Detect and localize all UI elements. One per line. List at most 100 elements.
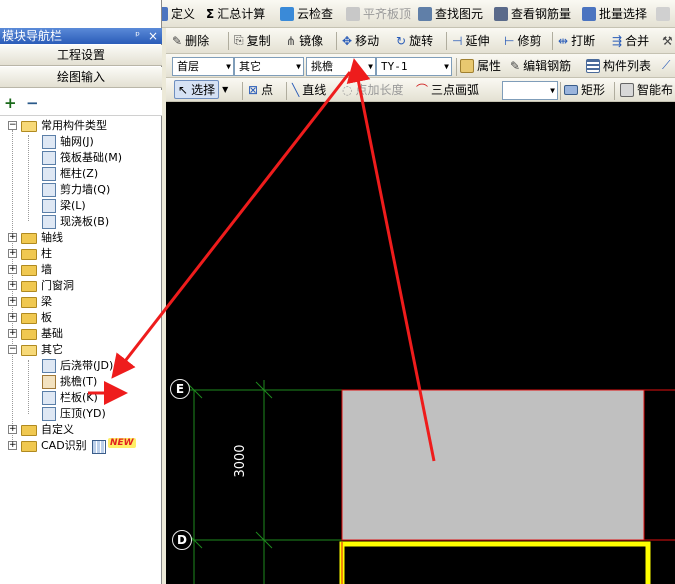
three-point-arc-button[interactable]: ⌒ 三点画弧 [416, 78, 479, 101]
smart-layout-button[interactable]: 智能布 [620, 78, 673, 101]
select-button-face: ↖ 选择 [174, 80, 220, 99]
tree-node-wall[interactable]: + 墙 [8, 262, 158, 278]
chevron-down-icon: ▼ [226, 62, 231, 71]
cad-grid-icon [92, 440, 106, 454]
mirror-icon: ⋔ [286, 33, 297, 48]
extend-button[interactable]: ⊣ 延伸 [452, 28, 489, 53]
tree-node-common-types[interactable]: − 常用构件类型 [8, 118, 158, 134]
category-select[interactable]: 其它 ▼ [234, 57, 304, 76]
component-type-value: 挑檐 [311, 60, 333, 73]
tree-node-label: 墙 [41, 263, 52, 276]
expand-icon[interactable]: + [8, 249, 17, 258]
move-label: 移动 [355, 34, 380, 48]
folder-icon [21, 329, 37, 340]
tree-item-label: 挑檐(T) [60, 375, 98, 388]
tree-node-openings[interactable]: + 门窗洞 [8, 278, 158, 294]
delete-label: 删除 [185, 34, 210, 48]
project-settings-button[interactable]: 工程设置 [0, 45, 162, 66]
tree-connector [28, 360, 29, 414]
arc-mode-select[interactable]: ▼ [502, 81, 558, 100]
more-edit-button[interactable]: ⚒ [662, 28, 673, 53]
expand-icon[interactable]: + [8, 281, 17, 290]
edit-rebar-button[interactable]: ✎ 编辑钢筋 [510, 54, 571, 77]
pick-button[interactable]: ⟋ [662, 54, 670, 77]
properties-button[interactable]: 属性 [460, 54, 501, 77]
floor-select[interactable]: 首层 ▼ [172, 57, 234, 76]
tree-node-slab[interactable]: + 板 [8, 310, 158, 326]
align-slab-top-icon [346, 6, 360, 21]
tree-item-label: 框柱(Z) [60, 167, 99, 180]
expand-icon[interactable]: + [8, 441, 17, 450]
select-button[interactable]: ↖ 选择 ▼ [174, 78, 228, 101]
pin-icon[interactable]: ᵖ [135, 28, 140, 44]
batch-select-icon [582, 6, 596, 21]
toolbar-divider [446, 32, 447, 50]
cursor-icon: ↖ [178, 83, 189, 97]
tree-node-label: 柱 [41, 247, 52, 260]
expand-icon[interactable]: + [8, 425, 17, 434]
tree-connector [28, 135, 29, 221]
toolbar-divider [228, 32, 229, 50]
more-toolbar-button[interactable] [656, 0, 673, 27]
beam-outline[interactable] [339, 541, 651, 584]
shear-wall-icon [42, 183, 56, 197]
merge-button[interactable]: ⇶ 合并 [612, 28, 649, 53]
component-type-select[interactable]: 挑檐 ▼ [306, 57, 376, 76]
break-button[interactable]: ⇹ 打断 [558, 28, 595, 53]
column-icon [42, 167, 56, 181]
eave-element[interactable] [341, 389, 645, 541]
move-button[interactable]: ✥ 移动 [342, 28, 379, 53]
component-list-button[interactable]: 构件列表 [586, 54, 651, 77]
tree-node-beam[interactable]: + 梁 [8, 294, 158, 310]
view-rebar-button[interactable]: 查看钢筋量 [494, 0, 571, 27]
line-button[interactable]: ╲ 直线 [292, 78, 326, 101]
tree-node-column[interactable]: + 柱 [8, 246, 158, 262]
find-element-label: 查找图元 [435, 7, 484, 21]
expand-icon[interactable]: + [8, 313, 17, 322]
list-icon [586, 58, 600, 73]
tree-node-other[interactable]: − 其它 [8, 342, 158, 358]
collapse-icon[interactable]: − [8, 121, 17, 130]
point-button[interactable]: ⊠ 点 [248, 78, 273, 101]
component-selector-bar: 首层 ▼ 其它 ▼ 挑檐 ▼ TY-1 ▼ 属性 ✎ 编辑钢筋 构件列表 ⟋ [166, 54, 675, 78]
delete-icon: ✎ [172, 33, 183, 48]
tree-node-label: 门窗洞 [41, 279, 74, 292]
expand-icon[interactable]: + [8, 329, 17, 338]
break-icon: ⇹ [558, 33, 569, 48]
copy-icon: ⎘ [234, 33, 244, 47]
extend-icon: ⊣ [452, 33, 463, 48]
tree-node-custom[interactable]: + 自定义 [8, 422, 158, 438]
trim-button[interactable]: ⊢ 修剪 [504, 28, 541, 53]
mirror-button[interactable]: ⋔ 镜像 [286, 28, 323, 53]
copy-button[interactable]: ⎘ 复制 [234, 28, 271, 53]
rotate-button[interactable]: ↻ 旋转 [396, 28, 433, 53]
align-slab-top-button[interactable]: 平齐板顶 [346, 0, 411, 27]
drawing-input-button[interactable]: 绘图输入 [0, 67, 162, 88]
expand-icon[interactable]: + [8, 297, 17, 306]
component-list-label: 构件列表 [603, 59, 652, 73]
module-navigation-panel: 模块导航栏 ᵖ × 工程设置 绘图输入 + − − 常用构件类型 轴网(J) 筏… [0, 0, 162, 584]
smart-layout-label: 智能布 [637, 83, 674, 97]
point-icon: ⊠ [248, 82, 259, 97]
delete-button[interactable]: ✎ 删除 [172, 28, 209, 53]
close-icon[interactable]: × [148, 28, 158, 44]
collapse-all-icon[interactable]: − [26, 94, 39, 112]
tree-node-axis[interactable]: + 轴线 [8, 230, 158, 246]
expand-icon[interactable]: + [8, 265, 17, 274]
collapse-icon[interactable]: − [8, 345, 17, 354]
drawing-canvas[interactable]: E D 3000 [166, 102, 675, 584]
folder-icon [21, 249, 37, 260]
batch-select-button[interactable]: 批量选择 [582, 0, 647, 27]
component-name-select[interactable]: TY-1 ▼ [376, 57, 452, 76]
point-length-button[interactable]: ◌ 点加长度 [342, 78, 404, 101]
expand-icon[interactable]: + [8, 233, 17, 242]
folder-icon [21, 281, 37, 292]
tree-node-label: 梁 [41, 295, 52, 308]
expand-all-icon[interactable]: + [4, 94, 17, 112]
cloud-check-button[interactable]: 云检查 [280, 0, 333, 27]
rectangle-button[interactable]: 矩形 [564, 78, 605, 101]
sum-calc-button[interactable]: Σ 汇总计算 [206, 0, 265, 27]
three-point-arc-label: 三点画弧 [431, 83, 480, 97]
find-element-button[interactable]: 查找图元 [418, 0, 483, 27]
tree-node-foundation[interactable]: + 基础 [8, 326, 158, 342]
